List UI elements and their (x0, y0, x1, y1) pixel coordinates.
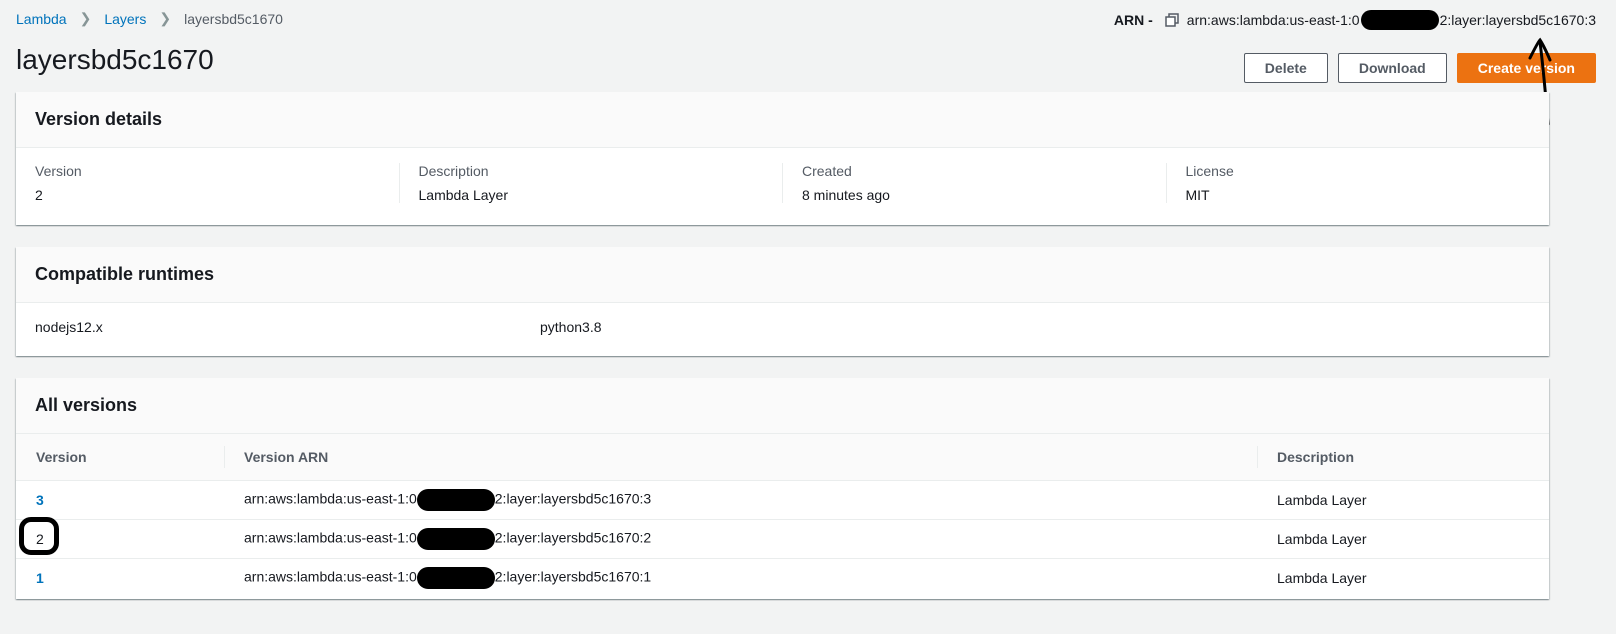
detail-created: Created 8 minutes ago (782, 163, 1166, 203)
version-link[interactable]: 3 (36, 492, 44, 508)
detail-label: License (1185, 163, 1234, 179)
version-arn-cell: arn:aws:lambda:us-east-1:0 2:layer:layers… (224, 559, 1257, 598)
version-arn-cell: arn:aws:lambda:us-east-1:0 2:layer:layers… (224, 519, 1257, 559)
all-versions-panel: All versions Version Version ARN Descrip… (16, 378, 1549, 599)
detail-value: Lambda Layer (418, 187, 509, 203)
breadcrumb-layers-link[interactable]: Layers (104, 11, 146, 27)
redaction-mark (416, 567, 495, 589)
arn-suffix: 2:layer:layersbd5c1670:2 (494, 529, 652, 546)
redaction-mark (416, 528, 495, 550)
redaction-mark (416, 489, 495, 511)
all-versions-title: All versions (16, 378, 1549, 434)
breadcrumb-current: layersbd5c1670 (184, 10, 283, 27)
detail-label: Created (802, 163, 852, 179)
compatible-runtimes-title: Compatible runtimes (16, 247, 1549, 303)
runtimes-list: nodejs12.x python3.8 (16, 303, 1549, 351)
runtime-item: nodejs12.x (35, 319, 103, 335)
arn-prefix: arn:aws:lambda:us-east-1:0 (244, 568, 417, 585)
column-header-label: Description (1277, 449, 1355, 465)
table-header-row: Version Version ARN Description (16, 434, 1549, 481)
version-details-panel: Version details Version 2 Description La… (16, 92, 1549, 225)
detail-version: Version 2 (16, 163, 399, 203)
detail-value: MIT (1185, 187, 1210, 203)
arn-suffix: 2:layer:layersbd5c1670:3 (494, 490, 652, 507)
version-details-grid: Version 2 Description Lambda Layer Creat… (16, 148, 1549, 203)
arn-value-suffix: 2:layer:layersbd5c1670:3 (1439, 12, 1596, 28)
chevron-right-icon: ❯ (159, 10, 172, 26)
arn-value-prefix: arn:aws:lambda:us-east-1:0 (1186, 12, 1360, 28)
column-header-version[interactable]: Version (16, 434, 224, 481)
description-cell: Lambda Layer (1257, 480, 1549, 520)
description-cell: Lambda Layer (1277, 570, 1367, 586)
version-details-title: Version details (16, 92, 1549, 148)
arn-suffix: 2:layer:layersbd5c1670:1 (494, 568, 652, 585)
version-link[interactable]: 1 (36, 570, 44, 586)
detail-description: Description Lambda Layer (398, 163, 783, 203)
version-current: 2 (19, 517, 59, 555)
runtime-item: python3.8 (540, 319, 602, 335)
compatible-runtimes-panel: Compatible runtimes nodejs12.x python3.8 (16, 247, 1549, 356)
detail-value: 8 minutes ago (802, 187, 890, 203)
detail-label: Description (418, 163, 489, 179)
delete-button[interactable]: Delete (1243, 53, 1328, 83)
description-cell: Lambda Layer (1257, 519, 1549, 559)
column-header-label: Version ARN (244, 449, 329, 465)
breadcrumb: Lambda ❯ Layers ❯ layersbd5c1670 (16, 10, 283, 27)
arn-prefix: arn:aws:lambda:us-east-1:0 (244, 529, 417, 546)
download-button[interactable]: Download (1337, 53, 1447, 83)
table-row: 1 arn:aws:lambda:us-east-1:0 2:layer:laye… (16, 559, 1549, 598)
detail-license: License MIT (1165, 163, 1550, 203)
versions-table: Version Version ARN Description 3 arn:aw… (16, 434, 1549, 597)
table-row: 3 arn:aws:lambda:us-east-1:0 2:layer:laye… (16, 480, 1549, 520)
detail-label: Version (35, 163, 82, 179)
column-header-description[interactable]: Description (1257, 434, 1549, 481)
arn-label: ARN - (1113, 12, 1153, 28)
version-arn-cell: arn:aws:lambda:us-east-1:0 2:layer:layers… (224, 480, 1257, 520)
arn-prefix: arn:aws:lambda:us-east-1:0 (244, 490, 417, 507)
chevron-right-icon: ❯ (79, 10, 92, 26)
detail-value: 2 (35, 187, 43, 203)
page-title: layersbd5c1670 (16, 44, 214, 75)
breadcrumb-lambda-link[interactable]: Lambda (16, 11, 67, 27)
redaction-mark (1360, 10, 1439, 30)
copy-icon[interactable] (1165, 13, 1179, 27)
arn-header: ARN - arn:aws:lambda:us-east-1:0 2:layer… (1114, 10, 1596, 30)
column-header-version-arn[interactable]: Version ARN (224, 434, 1257, 481)
table-row: 2 arn:aws:lambda:us-east-1:0 2:layer:laye… (16, 517, 1549, 559)
